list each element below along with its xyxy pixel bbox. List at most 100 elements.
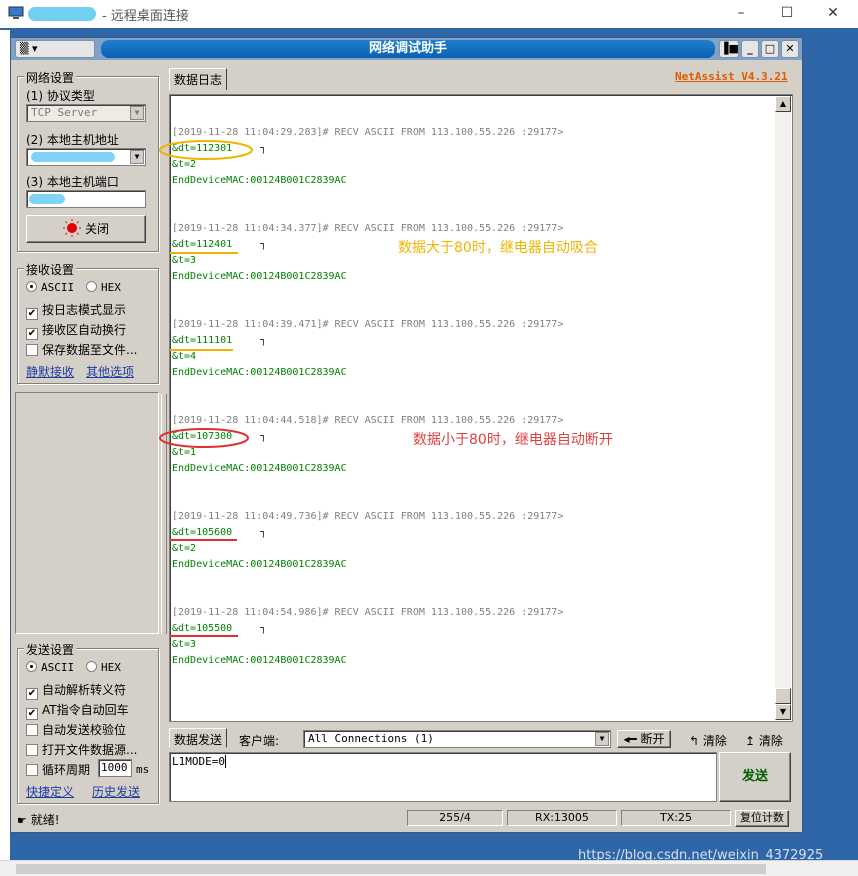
- at-auto-enter-label: AT指令自动回车: [42, 703, 129, 717]
- app-maximize-button[interactable]: □: [761, 40, 779, 58]
- client-label: 客户端:: [239, 734, 280, 748]
- send-history-link[interactable]: 历史发送: [92, 783, 140, 800]
- receive-ascii-radio[interactable]: ASCII: [26, 281, 74, 294]
- send-hex-radio[interactable]: HEX: [86, 661, 121, 674]
- pin-button[interactable]: ▐■: [719, 40, 739, 58]
- log-entry-t-text: &t=4: [172, 351, 197, 362]
- receive-hex-radio[interactable]: HEX: [86, 281, 121, 294]
- checkmark-icon: ✔: [26, 688, 38, 700]
- clear-receive-button[interactable]: ↰ 清除: [689, 732, 727, 749]
- send-ascii-radio[interactable]: ASCII: [26, 661, 74, 674]
- auto-checksum-checkbox[interactable]: 自动发送校验位: [26, 721, 126, 738]
- status-light-icon: [62, 219, 81, 237]
- radio-off-icon: [86, 281, 97, 292]
- app-minimize-button[interactable]: _: [741, 40, 759, 58]
- log-mode-label: 按日志模式显示: [42, 303, 127, 317]
- protocol-select[interactable]: TCP Server ▼: [26, 104, 146, 122]
- shortcut-define-link[interactable]: 快捷定义: [26, 783, 74, 800]
- log-entry-value: &dt=111101 ┐: [172, 333, 563, 349]
- log-entry-header: [2019-11-28 11:04:34.377]# RECV ASCII FR…: [172, 221, 563, 237]
- redacted-host: [28, 7, 96, 21]
- checkmark-icon: ✔: [26, 308, 38, 320]
- log-scrollbar[interactable]: ▲ ▼: [775, 96, 791, 720]
- maximize-button[interactable]: ☐: [764, 0, 810, 28]
- send-button[interactable]: 发送: [719, 752, 791, 802]
- status-rx: RX:13005: [507, 810, 617, 826]
- redacted-address: [31, 152, 115, 162]
- minimize-button[interactable]: –: [718, 0, 764, 28]
- close-connection-button[interactable]: 关闭: [26, 215, 146, 243]
- log-entry-header: [2019-11-28 11:04:54.986]# RECV ASCII FR…: [172, 605, 563, 621]
- log-entry-t: &t=2: [172, 541, 563, 557]
- chevron-down-icon: ▼: [130, 150, 144, 164]
- tab-data-log[interactable]: 数据日志: [169, 68, 228, 90]
- auto-wrap-label: 接收区自动换行: [42, 323, 127, 337]
- send-hex-label: HEX: [101, 661, 121, 674]
- receive-ascii-label: ASCII: [41, 281, 75, 294]
- receive-log-area[interactable]: [2019-11-28 11:04:29.283]# RECV ASCII FR…: [169, 94, 793, 722]
- curved-arrow-icon: ↰: [689, 734, 700, 748]
- file-source-checkbox[interactable]: 打开文件数据源...: [26, 741, 137, 758]
- loop-period-checkbox[interactable]: 循环周期: [26, 761, 90, 778]
- log-entry-mark: ┐: [260, 239, 267, 250]
- client-select[interactable]: All Connections (1) ▼: [303, 730, 611, 748]
- parse-escape-checkbox[interactable]: ✔ 自动解析转义符: [26, 681, 126, 700]
- log-mode-checkbox[interactable]: ✔ 按日志模式显示: [26, 301, 126, 320]
- arrow-left-icon: ◂━: [623, 732, 637, 746]
- protocol-label: (1) 协议类型: [26, 89, 95, 103]
- log-entry-mac-text: EndDeviceMAC:00124B001C2839AC: [172, 175, 347, 186]
- system-menu-button[interactable]: ▒ ▾: [15, 40, 95, 58]
- log-entry-mac-text: EndDeviceMAC:00124B001C2839AC: [172, 559, 347, 570]
- scroll-thumb[interactable]: [775, 688, 791, 704]
- silent-receive-link[interactable]: 静默接收: [26, 363, 74, 380]
- log-entry-value-text: &dt=107300: [172, 431, 233, 442]
- chevron-down-icon: ▼: [130, 106, 144, 120]
- reset-count-button[interactable]: 复位计数: [735, 810, 789, 827]
- log-entry-header: [2019-11-28 11:04:44.518]# RECV ASCII FR…: [172, 413, 563, 429]
- port-input[interactable]: [26, 190, 146, 208]
- status-tx: TX:25: [621, 810, 731, 826]
- send-input[interactable]: L1MODE=0: [169, 752, 717, 802]
- radio-on-icon: [26, 661, 37, 672]
- log-entry-t: &t=2: [172, 157, 563, 173]
- save-to-file-checkbox[interactable]: 保存数据至文件...: [26, 341, 137, 358]
- status-count: 255/4: [407, 810, 503, 826]
- scroll-up-arrow-icon[interactable]: ▲: [775, 96, 791, 112]
- host-address-select[interactable]: ▼: [26, 148, 146, 166]
- desktop-hscrollbar[interactable]: [0, 860, 858, 876]
- log-entry-t-text: &t=1: [172, 447, 197, 458]
- loop-period-input[interactable]: 1000: [98, 759, 132, 777]
- empty-checkbox-icon: [26, 344, 38, 356]
- log-entry: [2019-11-28 11:04:39.471]# RECV ASCII FR…: [172, 317, 563, 381]
- log-entry-value-text: &dt=112301: [172, 143, 233, 154]
- app-close-button[interactable]: ✕: [781, 40, 799, 58]
- clear-send-button[interactable]: ↥ 清除: [745, 732, 783, 749]
- log-entry-header-text: [2019-11-28 11:04:39.471]# RECV ASCII FR…: [172, 319, 564, 330]
- close-connection-label: 关闭: [84, 222, 109, 236]
- other-options-link[interactable]: 其他选项: [86, 363, 134, 380]
- auto-wrap-checkbox[interactable]: ✔ 接收区自动换行: [26, 321, 126, 340]
- log-entry: [2019-11-28 11:04:49.736]# RECV ASCII FR…: [172, 509, 563, 573]
- log-entry-value-text: &dt=112401: [172, 239, 233, 250]
- status-ready-label: 就绪!: [30, 813, 60, 827]
- close-button[interactable]: ✕: [810, 0, 856, 28]
- log-entry-mac-text: EndDeviceMAC:00124B001C2839AC: [172, 463, 347, 474]
- disconnect-button[interactable]: ◂━ 断开: [617, 730, 671, 748]
- remote-desktop-icon: [8, 6, 24, 19]
- log-entry-mac-text: EndDeviceMAC:00124B001C2839AC: [172, 655, 347, 666]
- log-entry-value-text: &dt=105600: [172, 527, 233, 538]
- checkmark-icon: ✔: [26, 708, 38, 720]
- at-auto-enter-checkbox[interactable]: ✔ AT指令自动回车: [26, 701, 129, 720]
- tab-data-send[interactable]: 数据发送: [169, 728, 228, 748]
- log-entry-header-text: [2019-11-28 11:04:44.518]# RECV ASCII FR…: [172, 415, 564, 426]
- radio-off-icon: [86, 661, 97, 672]
- app-titlebar: ▒ ▾ 网络调试助手 ▐■ _ □ ✕: [11, 38, 802, 60]
- scroll-down-arrow-icon[interactable]: ▼: [775, 704, 791, 720]
- log-entry-header-text: [2019-11-28 11:04:54.986]# RECV ASCII FR…: [172, 607, 564, 618]
- version-label: NetAssist V4.3.21: [675, 70, 788, 83]
- panel-splitter[interactable]: [161, 394, 167, 634]
- log-entry-mac: EndDeviceMAC:00124B001C2839AC: [172, 557, 563, 573]
- log-entry-header: [2019-11-28 11:04:39.471]# RECV ASCII FR…: [172, 317, 563, 333]
- send-ascii-label: ASCII: [41, 661, 75, 674]
- hscroll-thumb[interactable]: [16, 864, 766, 874]
